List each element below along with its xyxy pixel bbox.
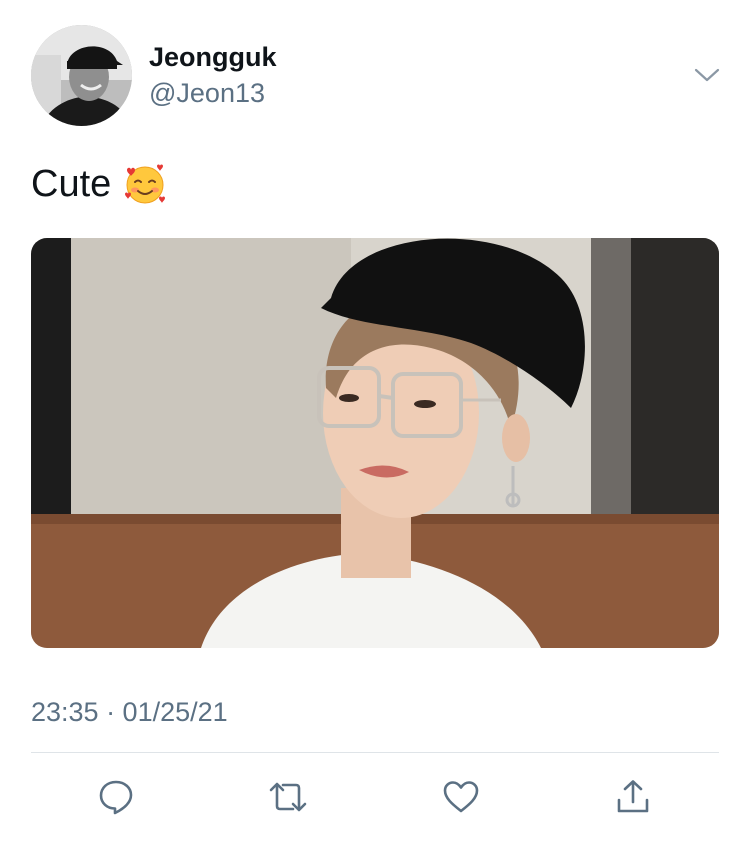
like-button[interactable] (442, 778, 480, 816)
tweet-text-container: Cute (31, 160, 167, 208)
share-button[interactable] (614, 778, 652, 816)
like-icon (442, 778, 480, 816)
retweet-button[interactable] (269, 778, 307, 816)
chevron-down-icon[interactable] (692, 60, 722, 90)
divider (31, 752, 719, 753)
display-name[interactable]: Jeongguk (149, 41, 277, 73)
tweet-timestamp[interactable]: 23:35 · 01/25/21 (31, 696, 228, 728)
retweet-icon (267, 778, 309, 816)
smiling-face-with-hearts-icon (123, 162, 167, 206)
tweet-card: Jeongguk @Jeon13 Cute 23:35 · 01/25/21 (0, 0, 750, 841)
reply-icon (97, 778, 135, 816)
user-handle[interactable]: @Jeon13 (149, 77, 265, 109)
share-icon (614, 778, 652, 816)
reply-button[interactable] (97, 778, 135, 816)
tweet-text: Cute (31, 163, 112, 205)
tweet-photo[interactable] (31, 238, 719, 648)
avatar[interactable] (31, 25, 132, 126)
